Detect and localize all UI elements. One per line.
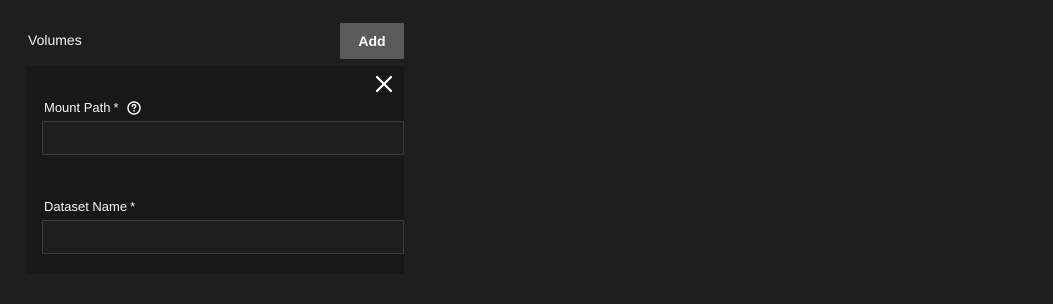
mount-path-label-text: Mount Path [44, 100, 111, 115]
mount-path-input[interactable] [42, 121, 404, 155]
required-marker: * [113, 100, 119, 115]
dataset-name-label: Dataset Name * [44, 199, 135, 214]
volume-item-card: Mount Path * Dataset Name * [26, 66, 404, 274]
volumes-section: Volumes Add Mount Path * Dataset Name * [0, 0, 1053, 304]
close-icon[interactable] [374, 74, 394, 94]
dataset-name-input[interactable] [42, 220, 404, 254]
dataset-name-label-text: Dataset Name [44, 199, 128, 214]
add-volume-button[interactable]: Add [340, 23, 404, 59]
mount-path-label: Mount Path * [44, 100, 141, 115]
help-circle-icon[interactable] [126, 100, 141, 115]
required-marker: * [130, 199, 136, 214]
volumes-label: Volumes [28, 32, 82, 48]
